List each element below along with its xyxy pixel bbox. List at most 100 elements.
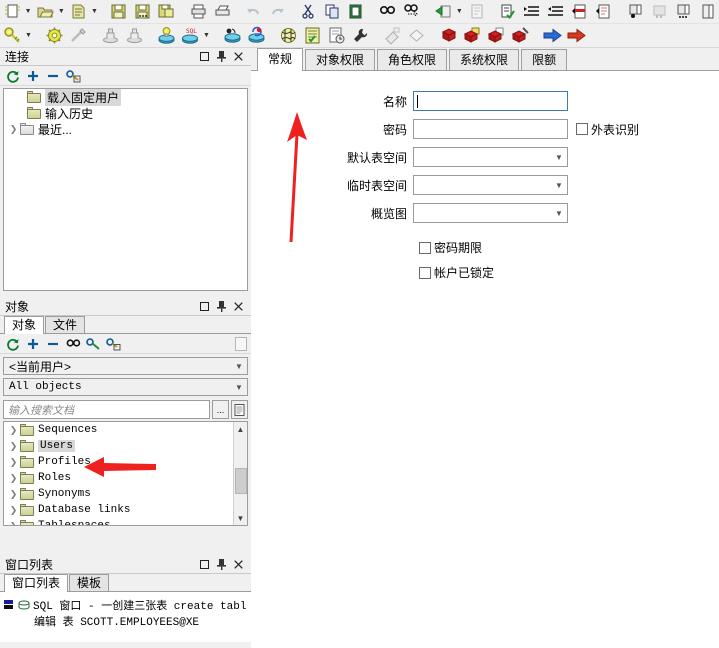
scroll-up-icon[interactable]: ▲ <box>234 422 247 436</box>
pin-icon[interactable] <box>216 559 227 570</box>
objects-tree-scrollbar[interactable]: ▲ ▼ <box>233 422 247 525</box>
report-icon[interactable] <box>301 25 323 47</box>
cut-icon[interactable] <box>298 1 320 23</box>
pin-icon[interactable] <box>216 51 227 62</box>
password-expire-checkbox[interactable] <box>419 241 431 254</box>
eraser-icon[interactable] <box>381 25 403 47</box>
tree-item-connection[interactable]: 载入固定用户 <box>4 89 247 106</box>
edit-connection-icon[interactable] <box>64 67 82 85</box>
rollback-red-icon[interactable] <box>485 25 507 47</box>
breakpoint-icon[interactable] <box>624 1 646 23</box>
close-icon[interactable] <box>233 51 244 62</box>
save-icon[interactable] <box>108 1 130 23</box>
redo-icon[interactable] <box>266 1 288 23</box>
tab-files[interactable]: 文件 <box>45 316 86 333</box>
chevron-down-icon[interactable]: ▼ <box>231 362 247 371</box>
export-icon[interactable] <box>123 25 145 47</box>
sql-window-icon[interactable]: SQL <box>179 25 201 47</box>
close-icon[interactable] <box>233 301 244 312</box>
wand-icon[interactable] <box>67 25 89 47</box>
list-item[interactable]: SQL 窗口 - 一创建三张表 create tabl <box>0 597 251 613</box>
add-icon[interactable] <box>24 335 42 353</box>
tree-item-sequences[interactable]: ❯ Sequences <box>4 422 233 438</box>
find-icon[interactable] <box>377 1 399 23</box>
tools-icon[interactable] <box>349 25 371 47</box>
close-icon[interactable] <box>233 559 244 570</box>
comment-icon[interactable] <box>569 1 591 23</box>
test-icon[interactable] <box>277 25 299 47</box>
execute-icon[interactable] <box>432 1 454 23</box>
tab-objects[interactable]: 对象 <box>4 316 45 334</box>
maximize-icon[interactable] <box>199 51 210 62</box>
tree-item-connection[interactable]: ❯ 最近... <box>4 121 247 137</box>
forward-blue-icon[interactable] <box>541 25 563 47</box>
remove-icon[interactable] <box>44 67 62 85</box>
tab-quota[interactable]: 限额 <box>521 49 568 70</box>
chevron-right-icon[interactable]: ❯ <box>7 473 20 484</box>
tree-item-synonyms[interactable]: ❯ Synonyms <box>4 486 233 502</box>
add-icon[interactable] <box>24 67 42 85</box>
external-auth-row[interactable]: 外表识别 <box>576 121 639 138</box>
tab-system-privileges[interactable]: 系统权限 <box>449 49 520 70</box>
step-icon[interactable] <box>648 1 670 23</box>
rollback-brush-icon[interactable] <box>509 25 531 47</box>
temp-tablespace-select[interactable]: ▼ <box>413 175 568 195</box>
search-input[interactable]: 输入搜索文档 <box>3 400 210 419</box>
name-field[interactable] <box>413 91 568 111</box>
open-icon[interactable] <box>34 1 56 23</box>
chevron-down-icon[interactable]: ▼ <box>24 25 33 47</box>
chevron-down-icon[interactable]: ▼ <box>551 209 567 218</box>
chevron-down-icon[interactable]: ▼ <box>24 1 32 23</box>
password-field[interactable] <box>413 119 568 139</box>
commit-copy-icon[interactable] <box>461 25 483 47</box>
document-icon[interactable] <box>231 400 248 419</box>
forward-red-icon[interactable] <box>565 25 587 47</box>
tab-role-privileges[interactable]: 角色权限 <box>377 49 448 70</box>
tree-item-database-links[interactable]: ❯ Database links <box>4 502 233 518</box>
tab-window-list[interactable]: 窗口列表 <box>4 574 69 592</box>
outdent-icon[interactable] <box>545 1 567 23</box>
diamond-icon[interactable] <box>405 25 427 47</box>
print-preview-icon[interactable] <box>211 1 233 23</box>
objects-tree[interactable]: ❯ Sequences ❯ Users ❯ Profiles ❯ Roles ❯… <box>3 421 248 526</box>
maximize-icon[interactable] <box>199 559 210 570</box>
new-icon[interactable] <box>1 1 23 23</box>
refresh-icon[interactable] <box>4 67 22 85</box>
connections-tree[interactable]: 载入固定用户 输入历史 ❯ 最近... <box>3 88 248 291</box>
chevron-down-icon[interactable]: ▼ <box>551 181 567 190</box>
uncomment-icon[interactable] <box>593 1 615 23</box>
gear-icon[interactable] <box>43 25 65 47</box>
key-icon[interactable] <box>1 25 23 47</box>
account-locked-checkbox[interactable] <box>419 266 431 279</box>
copy-icon[interactable] <box>322 1 344 23</box>
explain-icon[interactable] <box>325 25 347 47</box>
paste-icon[interactable] <box>346 1 368 23</box>
session-icon[interactable] <box>221 25 243 47</box>
indent-icon[interactable] <box>521 1 543 23</box>
chevron-right-icon[interactable]: ❯ <box>7 425 20 436</box>
chevron-down-icon[interactable]: ▼ <box>90 1 98 23</box>
chevron-right-icon[interactable]: ❯ <box>7 457 20 468</box>
commit-icon[interactable] <box>437 25 459 47</box>
remove-icon[interactable] <box>44 335 62 353</box>
external-auth-checkbox[interactable] <box>576 123 588 135</box>
chevron-right-icon[interactable]: ❯ <box>7 489 20 500</box>
rollback-icon[interactable] <box>245 25 267 47</box>
run-to-icon[interactable] <box>672 1 694 23</box>
profile-select[interactable]: ▼ <box>413 203 568 223</box>
open-recent-icon[interactable] <box>67 1 89 23</box>
find-icon[interactable] <box>64 335 82 353</box>
import-icon[interactable] <box>99 25 121 47</box>
scroll-down-icon[interactable]: ▼ <box>234 511 247 525</box>
default-tablespace-select[interactable]: ▼ <box>413 147 568 167</box>
account-locked-row[interactable]: 帐户已锁定 <box>251 264 719 281</box>
organize-icon[interactable] <box>104 335 122 353</box>
new-session-icon[interactable] <box>155 25 177 47</box>
password-expire-row[interactable]: 密码期限 <box>251 239 719 256</box>
browse-button[interactable]: ... <box>212 400 229 419</box>
tree-item-roles[interactable]: ❯ Roles <box>4 470 233 486</box>
tab-templates[interactable]: 模板 <box>69 574 110 591</box>
tree-item-users[interactable]: ❯ Users <box>4 438 233 454</box>
chevron-right-icon[interactable]: ❯ <box>7 441 20 452</box>
toolbar-overflow-button[interactable] <box>235 336 247 351</box>
